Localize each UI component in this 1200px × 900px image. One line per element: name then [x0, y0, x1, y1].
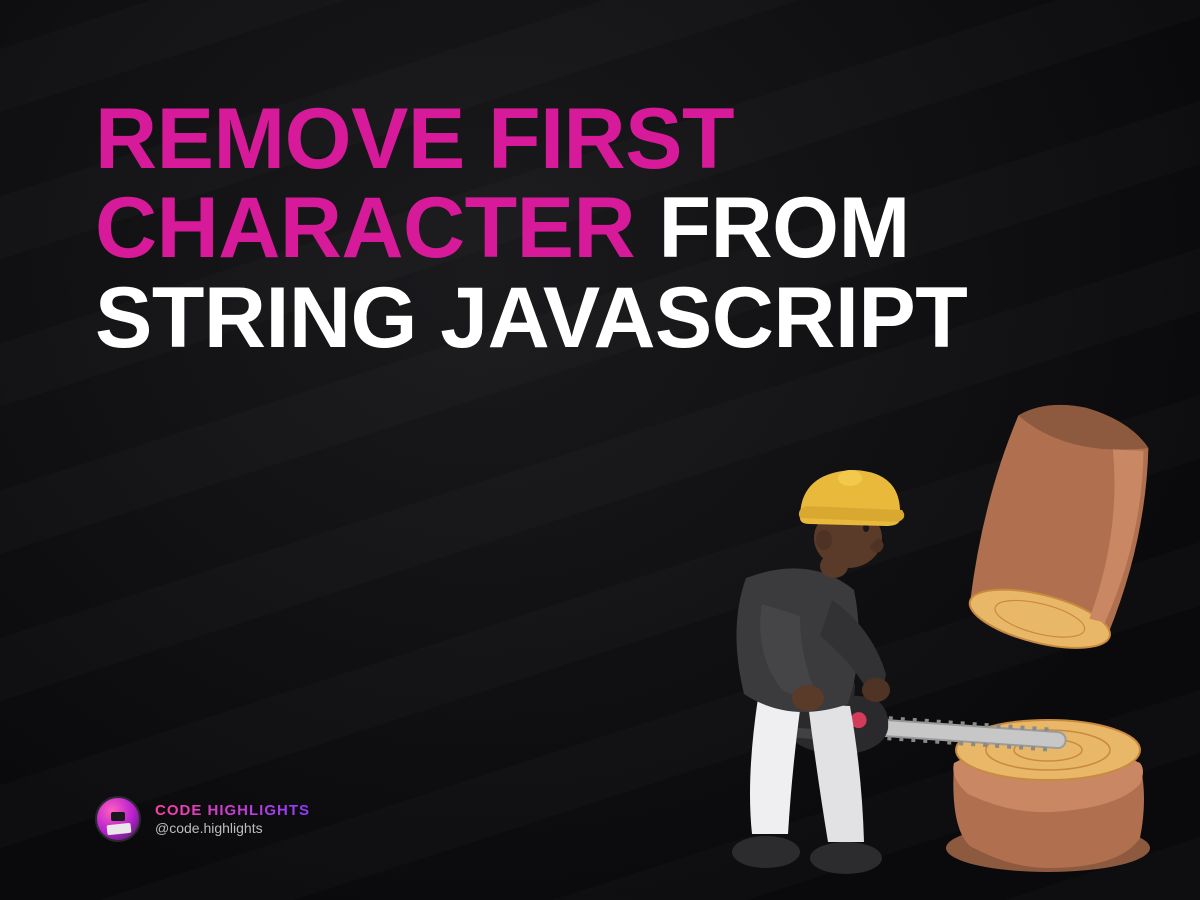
brand-name: CODE HIGHLIGHTS: [155, 802, 310, 819]
worker-sawing-log-icon: [650, 398, 1170, 878]
brand-handle: @code.highlights: [155, 820, 310, 836]
brand-avatar-icon: [95, 796, 141, 842]
hero-title: REMOVE FIRST CHARACTER FROM STRING JAVAS…: [95, 95, 1105, 363]
attribution-text: CODE HIGHLIGHTS @code.highlights: [155, 802, 310, 835]
attribution: CODE HIGHLIGHTS @code.highlights: [95, 796, 310, 842]
